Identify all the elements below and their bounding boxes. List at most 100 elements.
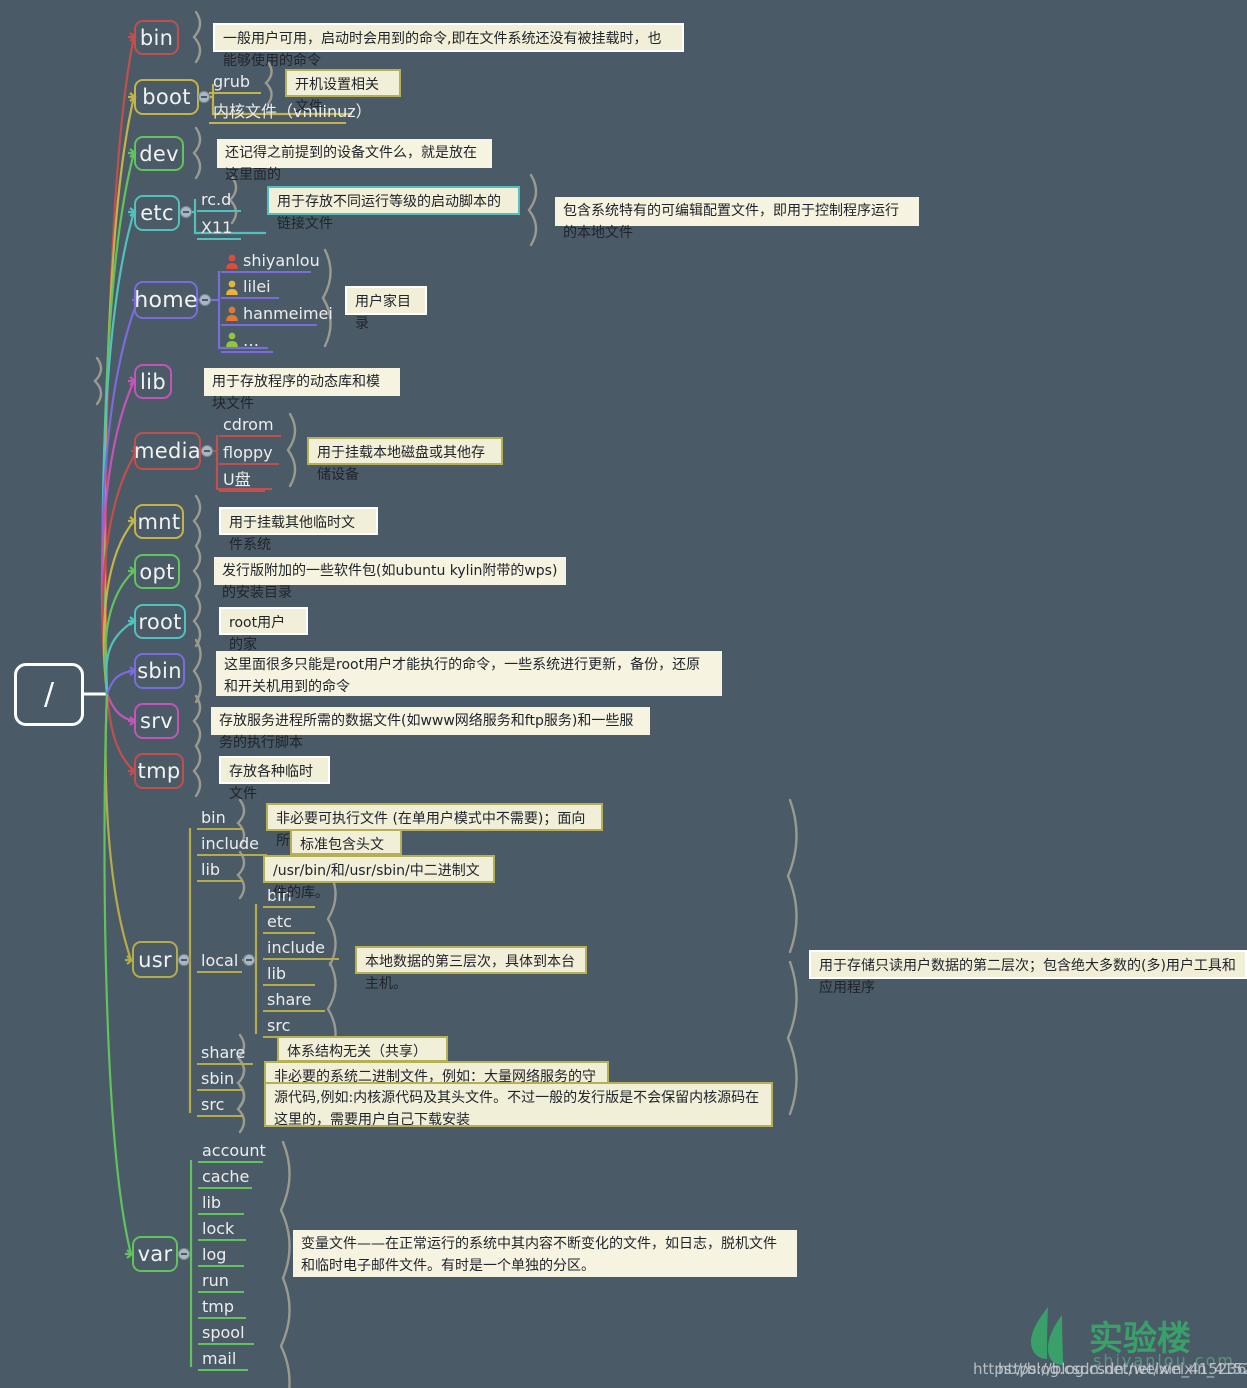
node-mnt[interactable]: mnt	[134, 504, 184, 539]
leaf-usr-local-include[interactable]: include	[263, 937, 339, 960]
node-mnt-label: mnt	[137, 509, 181, 534]
node-root-dir-label: root	[138, 609, 182, 634]
leaf-usr-local-label: local	[201, 951, 239, 970]
leaf-home-more[interactable]: …	[221, 329, 273, 353]
note-sbin: 这里面很多只能是root用户才能执行的命令，一些系统进行更新，备份，还原和开关机…	[216, 651, 722, 696]
root-node[interactable]: /	[14, 663, 84, 726]
note-media: 用于挂载本地磁盘或其他存储设备	[307, 437, 503, 483]
leaf-etc-rcd[interactable]: rc.d	[197, 189, 241, 212]
leaf-usr-local-src[interactable]: src	[263, 1015, 315, 1038]
note-mnt: 用于挂载其他临时文件系统	[219, 507, 378, 553]
node-etc-label: etc	[140, 201, 174, 225]
node-srv[interactable]: srv	[134, 703, 179, 739]
leaf-media-udisk[interactable]: U盘	[219, 467, 265, 492]
leaf-usr-sbin-label: sbin	[201, 1069, 235, 1088]
person-icon	[226, 280, 238, 295]
leaf-usr-local-lib[interactable]: lib	[263, 963, 315, 986]
person-icon	[226, 306, 238, 321]
leaf-var-run[interactable]: run	[198, 1270, 244, 1293]
leaf-usr-local-etc-label: etc	[267, 912, 292, 931]
leaf-usr-src-label: src	[201, 1095, 225, 1114]
leaf-var-log[interactable]: log	[198, 1244, 244, 1267]
leaf-var-tmp[interactable]: tmp	[198, 1296, 246, 1319]
leaf-usr-src[interactable]: src	[197, 1094, 243, 1117]
leaf-var-lock-label: lock	[202, 1219, 235, 1238]
leaf-media-floppy[interactable]: floppy	[219, 440, 279, 465]
node-home-label: home	[134, 287, 198, 313]
leaf-var-account[interactable]: account	[198, 1140, 266, 1163]
node-tmp[interactable]: tmp	[134, 753, 184, 789]
leaf-usr-bin-label: bin	[201, 808, 226, 827]
leaf-var-account-label: account	[202, 1141, 266, 1160]
node-lib-label: lib	[140, 369, 166, 394]
node-tmp-label: tmp	[137, 759, 181, 783]
note-usr-include: 标准包含头文件。	[290, 829, 402, 875]
mindmap-canvas: / bin boot dev etc home lib media mnt op…	[0, 0, 1247, 1388]
leaf-media-udisk-label: U盘	[223, 470, 251, 489]
node-boot[interactable]: boot	[134, 79, 199, 115]
node-home[interactable]: home	[134, 281, 198, 319]
leaf-usr-local-collapse-toggle[interactable]	[243, 954, 255, 966]
leaf-usr-bin[interactable]: bin	[197, 807, 243, 830]
node-home-collapse-toggle[interactable]	[199, 294, 211, 306]
leaf-var-cache[interactable]: cache	[198, 1166, 252, 1189]
leaf-usr-include[interactable]: include	[197, 833, 267, 856]
leaf-usr-share-label: share	[201, 1043, 246, 1062]
node-opt[interactable]: opt	[134, 554, 180, 589]
leaf-var-cache-label: cache	[202, 1167, 250, 1186]
node-etc[interactable]: etc	[134, 195, 180, 231]
leaf-var-lib[interactable]: lib	[198, 1192, 244, 1215]
node-bin[interactable]: bin	[134, 20, 179, 55]
leaf-media-floppy-label: floppy	[223, 443, 273, 462]
node-lib[interactable]: lib	[134, 364, 172, 399]
node-usr-label: usr	[138, 947, 172, 972]
note-lib: 用于存放程序的动态库和模块文件	[204, 368, 400, 412]
leaf-usr-local-etc[interactable]: etc	[263, 911, 315, 934]
note-root-dir: root用户的家	[219, 607, 308, 653]
leaf-boot-kernel-label: 内核文件（vmlinuz）	[213, 102, 372, 121]
note-var: 变量文件——在正常运行的系统中其内容不断变化的文件，如日志，脱机文件和临时电子邮…	[293, 1230, 797, 1277]
leaf-usr-local[interactable]: local	[197, 950, 242, 973]
node-srv-label: srv	[140, 709, 173, 733]
leaf-boot-grub-label: grub	[213, 72, 251, 91]
node-usr-collapse-toggle[interactable]	[178, 954, 190, 966]
node-dev[interactable]: dev	[134, 136, 184, 171]
node-media[interactable]: media	[134, 432, 201, 470]
leaf-home-shiyanlou[interactable]: shiyanlou	[221, 250, 320, 273]
leaf-var-log-label: log	[202, 1245, 227, 1264]
leaf-etc-x11[interactable]: X11	[197, 215, 241, 240]
note-opt: 发行版附加的一些软件包(如ubuntu kylin附带的wps)的安装目录	[214, 557, 566, 601]
node-var-collapse-toggle[interactable]	[178, 1248, 190, 1260]
leaf-media-cdrom[interactable]: cdrom	[219, 414, 281, 437]
leaf-var-mail-label: mail	[202, 1349, 237, 1368]
leaf-var-lock[interactable]: lock	[198, 1218, 246, 1241]
node-var[interactable]: var	[132, 1236, 178, 1272]
leaf-usr-local-share-label: share	[267, 990, 312, 1009]
leaf-var-tmp-label: tmp	[202, 1297, 235, 1316]
leaf-boot-grub[interactable]: grub	[209, 70, 261, 94]
leaf-var-spool[interactable]: spool	[198, 1322, 254, 1345]
note-usr: 用于存储只读用户数据的第二层次；包含绝大多数的(多)用户工具和应用程序	[809, 950, 1247, 996]
node-usr[interactable]: usr	[132, 941, 178, 978]
node-opt-label: opt	[139, 559, 175, 584]
note-dev: 还记得之前提到的设备文件么，就是放在这里面的	[217, 139, 492, 183]
leaf-home-hanmeimei[interactable]: hanmeimei	[221, 302, 333, 326]
node-root-dir[interactable]: root	[134, 604, 186, 639]
node-etc-collapse-toggle[interactable]	[180, 206, 192, 218]
leaf-usr-local-share[interactable]: share	[263, 989, 325, 1012]
leaf-home-lilei[interactable]: lilei	[221, 276, 279, 299]
leaf-home-shiyanlou-label: shiyanlou	[243, 251, 320, 270]
root-node-label: /	[43, 677, 55, 712]
node-sbin[interactable]: sbin	[134, 653, 185, 689]
leaf-etc-rcd-label: rc.d	[201, 190, 232, 209]
leaf-usr-lib[interactable]: lib	[197, 859, 243, 882]
node-bin-label: bin	[139, 25, 174, 50]
leaf-usr-local-include-label: include	[267, 938, 325, 957]
leaf-boot-kernel[interactable]: 内核文件（vmlinuz）	[209, 98, 372, 124]
note-usr-share: 体系结构无关（共享）数据。	[277, 1036, 448, 1082]
node-media-collapse-toggle[interactable]	[201, 445, 213, 457]
leaf-usr-share[interactable]: share	[197, 1042, 253, 1065]
leaf-var-mail[interactable]: mail	[198, 1348, 248, 1371]
leaf-usr-sbin[interactable]: sbin	[197, 1068, 243, 1091]
person-icon	[226, 332, 238, 347]
